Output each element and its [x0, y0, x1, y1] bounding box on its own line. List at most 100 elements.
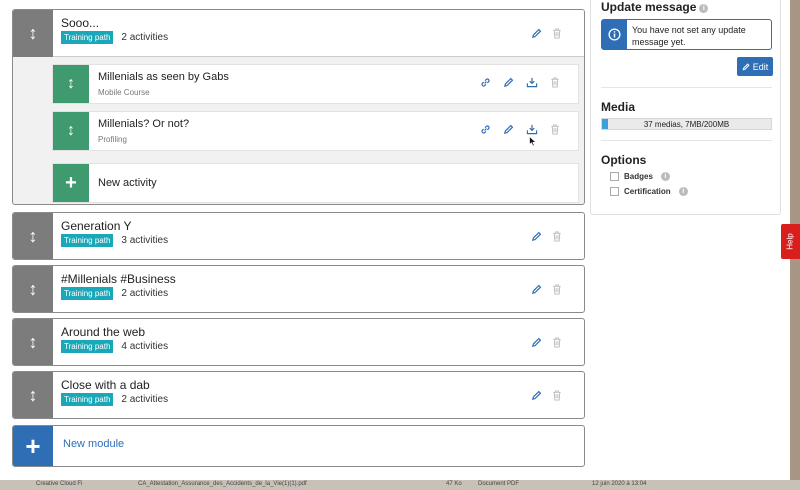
page: ↕ Sooo... Training path 2 activities ↕ M… [0, 0, 790, 480]
media-usage-bar: 37 medias, 7MB/200MB [601, 118, 772, 130]
vertical-arrows-icon: ↕ [28, 23, 38, 43]
info-icon[interactable]: i [699, 4, 709, 13]
training-path-badge: Training path [61, 31, 114, 44]
pencil-icon[interactable] [531, 28, 542, 39]
trash-icon[interactable] [552, 336, 562, 348]
module-meta: Training path 2 activities [61, 287, 168, 300]
badges-checkbox[interactable] [610, 172, 619, 181]
settings-panel: Update message i You have not set any upd… [590, 0, 781, 215]
activity-count: 2 activities [121, 288, 169, 299]
vertical-arrows-icon: ↕ [28, 384, 38, 405]
new-activity-label: New activity [98, 177, 157, 189]
option-badges[interactable]: Badges i [610, 172, 670, 181]
update-message-box: You have not set any update message yet. [601, 19, 772, 50]
trash-icon[interactable] [552, 283, 562, 295]
vertical-arrows-icon: ↕ [28, 225, 38, 246]
module-actions [531, 213, 562, 259]
pencil-icon[interactable] [531, 284, 542, 295]
new-module-button[interactable]: + New module [12, 425, 585, 467]
module-card: ↕ Close with a dab Training path 2 activ… [12, 371, 585, 419]
module-card: ↕ #Millenials #Business Training path 2 … [12, 265, 585, 313]
divider [601, 87, 772, 88]
edit-button-label: Edit [752, 61, 769, 72]
trash-icon[interactable] [552, 389, 562, 401]
training-path-badge: Training path [61, 393, 114, 406]
activity-count: 2 activities [121, 32, 169, 43]
drag-handle[interactable]: ↕ [13, 319, 53, 365]
module-card-expanded: ↕ Sooo... Training path 2 activities ↕ M… [12, 9, 585, 205]
taskbar-item[interactable]: CA_Attestation_Assurance_des_Accidents_d… [138, 481, 307, 487]
pencil-icon[interactable] [531, 337, 542, 348]
module-actions [531, 319, 562, 365]
vertical-arrows-icon: ↕ [28, 278, 38, 299]
training-path-badge: Training path [61, 340, 114, 353]
training-path-badge: Training path [61, 287, 114, 300]
taskbar-item: 47 Ko [446, 481, 462, 487]
activity-row: ↕ Millenials as seen by Gabs Mobile Cour… [52, 64, 579, 104]
vertical-arrows-icon: ↕ [67, 122, 75, 139]
module-title: #Millenials #Business [61, 272, 176, 286]
activity-title: Millenials as seen by Gabs [98, 71, 229, 83]
link-icon[interactable] [480, 124, 491, 138]
taskbar-item: 12 juin 2020 à 13:04 [592, 481, 647, 487]
media-usage-text: 37 medias, 7MB/200MB [643, 120, 730, 129]
os-taskbar: Creative Cloud Fi CA_Attestation_Assuran… [0, 480, 800, 490]
pencil-icon[interactable] [531, 390, 542, 401]
drag-handle[interactable]: ↕ [13, 266, 53, 312]
activity-count: 4 activities [121, 341, 169, 352]
module-title: Close with a dab [61, 378, 150, 392]
new-activity-button[interactable]: + New activity [52, 163, 579, 203]
module-card: ↕ Around the web Training path 4 activit… [12, 318, 585, 366]
trash-icon[interactable] [552, 230, 562, 242]
pencil-icon[interactable] [503, 124, 514, 138]
activity-count: 3 activities [121, 235, 169, 246]
module-title: Generation Y [61, 219, 132, 233]
help-tab[interactable]: Help [781, 224, 800, 259]
drag-handle[interactable]: ↕ [13, 10, 53, 57]
vertical-arrows-icon: ↕ [67, 75, 75, 92]
module-meta: Training path 2 activities [61, 31, 168, 44]
option-certification[interactable]: Certification i [610, 187, 688, 196]
info-icon[interactable]: i [678, 187, 688, 196]
drag-handle[interactable]: ↕ [13, 372, 53, 418]
link-icon[interactable] [480, 77, 491, 91]
media-heading: Media [601, 100, 636, 114]
info-icon[interactable]: i [660, 172, 670, 181]
activity-row: ↕ Millenials? Or not? Profiling [52, 111, 579, 151]
trash-icon[interactable] [550, 124, 560, 138]
mouse-cursor-icon [529, 136, 537, 147]
badges-label: Badges [624, 172, 653, 181]
pencil-icon [742, 62, 750, 70]
activity-type: Mobile Course [98, 88, 150, 97]
vertical-arrows-icon: ↕ [28, 331, 38, 352]
trash-icon[interactable] [552, 27, 562, 39]
module-actions [531, 372, 562, 418]
update-message-heading: Update message i [601, 0, 709, 14]
divider [601, 140, 772, 141]
options-heading: Options [601, 153, 647, 167]
certification-checkbox[interactable] [610, 187, 619, 196]
drag-handle[interactable]: ↕ [53, 65, 89, 103]
update-message-text: You have not set any update message yet. [632, 25, 746, 47]
module-meta: Training path 2 activities [61, 393, 168, 406]
training-path-badge: Training path [61, 234, 114, 247]
module-title: Sooo... [61, 16, 100, 30]
activity-type: Profiling [98, 135, 127, 144]
activity-actions [480, 65, 560, 103]
export-icon[interactable] [526, 77, 538, 91]
module-title: Around the web [61, 325, 146, 339]
taskbar-item[interactable]: Creative Cloud Fi [36, 481, 82, 487]
plus-icon: + [53, 164, 89, 202]
pencil-icon[interactable] [503, 77, 514, 91]
edit-button[interactable]: Edit [737, 57, 773, 76]
plus-icon: + [13, 426, 53, 466]
pencil-icon[interactable] [531, 231, 542, 242]
drag-handle[interactable]: ↕ [53, 112, 89, 150]
module-actions [531, 266, 562, 312]
module-card: ↕ Generation Y Training path 3 activitie… [12, 212, 585, 260]
taskbar-item: Document PDF [478, 481, 520, 487]
drag-handle[interactable]: ↕ [13, 213, 53, 259]
module-actions [531, 10, 562, 56]
update-message-title: Update message [601, 0, 697, 14]
trash-icon[interactable] [550, 77, 560, 91]
